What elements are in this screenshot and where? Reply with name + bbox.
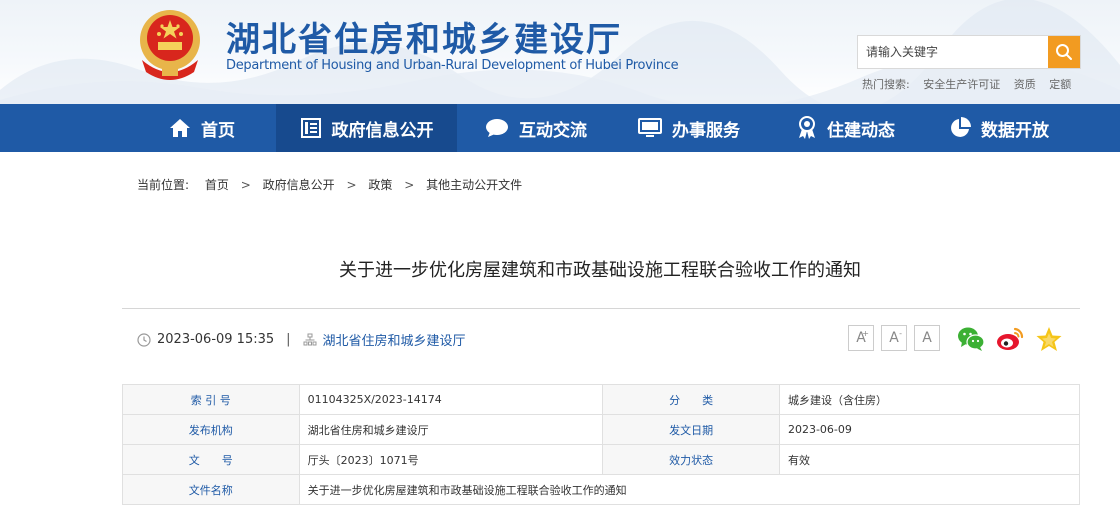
favorite-button[interactable]	[1035, 325, 1063, 353]
nav-item-label: 办事服务	[672, 120, 740, 141]
document-list-icon	[300, 118, 321, 138]
breadcrumb-prefix: 当前位置:	[137, 178, 190, 192]
font-reset-label: A	[922, 330, 932, 346]
table-row: 文 号 厅头〔2023〕1071号 效力状态 有效	[122, 444, 1081, 475]
publish-datetime: 2023-06-09 15:35	[157, 332, 275, 347]
nav-item-home[interactable]: 首页	[148, 104, 256, 152]
breadcrumb-separator: >	[346, 178, 357, 192]
info-label-publisher: 发布机构	[122, 414, 300, 445]
font-decrease-label: A	[889, 330, 899, 346]
wechat-icon	[958, 327, 985, 351]
chat-bubble-icon	[486, 119, 508, 137]
font-size-controls: A + A- A	[848, 325, 947, 351]
font-decrease-button[interactable]: A-	[881, 325, 907, 351]
main-nav: 首页 政府信息公开 互动交流 办事服务 住建动态 数据开放	[0, 104, 1120, 152]
info-value-file-name: 关于进一步优化房屋建筑和市政基础设施工程联合验收工作的通知	[298, 474, 1081, 505]
info-label-status: 效力状态	[602, 444, 780, 475]
info-value-status: 有效	[778, 444, 1081, 475]
site-title: 湖北省住房和城乡建设厅	[226, 20, 622, 60]
font-increase-button[interactable]: A +	[848, 325, 874, 351]
site-subtitle: Department of Housing and Urban-Rural De…	[226, 58, 679, 73]
nav-item-label: 住建动态	[827, 120, 895, 141]
nav-item-open-data[interactable]: 数据开放	[934, 104, 1064, 152]
search-box	[857, 35, 1081, 69]
weibo-icon	[997, 327, 1024, 350]
hot-word-link[interactable]: 资质	[1014, 78, 1036, 91]
organization-icon	[303, 333, 317, 345]
info-value-doc-number: 厅头〔2023〕1071号	[298, 444, 604, 475]
breadcrumb-item-policy[interactable]: 政策	[368, 178, 392, 192]
hot-search-words: 热门搜索: 安全生产许可证 资质 定额	[862, 76, 1081, 92]
breadcrumb-item-other-files[interactable]: 其他主动公开文件	[426, 178, 522, 192]
info-value-publisher: 湖北省住房和城乡建设厅	[298, 414, 604, 445]
clock-icon	[137, 332, 151, 347]
info-label-file-name: 文件名称	[122, 474, 300, 505]
info-value-index: 01104325X/2023-14174	[298, 384, 604, 415]
breadcrumb-item-home[interactable]: 首页	[205, 178, 229, 192]
search-input[interactable]	[858, 36, 1048, 68]
home-icon	[170, 119, 190, 137]
minus-icon: -	[899, 329, 902, 338]
document-info-table: 索 引 号 01104325X/2023-14174 分 类 城乡建设（含住房）…	[122, 384, 1081, 505]
table-row: 文件名称 关于进一步优化房屋建筑和市政基础设施工程联合验收工作的通知	[122, 474, 1081, 505]
breadcrumb-item-gov-info[interactable]: 政府信息公开	[263, 178, 335, 192]
nav-item-gov-info[interactable]: 政府信息公开	[276, 104, 457, 152]
award-medal-icon	[799, 116, 815, 139]
title-divider	[122, 308, 1080, 309]
hot-word-link[interactable]: 定额	[1049, 78, 1071, 91]
article-meta: 2023-06-09 15:35 | 湖北省住房和城乡建设厅	[137, 330, 466, 349]
meta-separator: |	[286, 332, 291, 347]
table-row: 索 引 号 01104325X/2023-14174 分 类 城乡建设（含住房）	[122, 384, 1081, 415]
nav-item-interaction[interactable]: 互动交流	[472, 104, 600, 152]
monitor-icon	[638, 118, 662, 137]
plus-icon: +	[862, 329, 869, 338]
info-label-issue-date: 发文日期	[602, 414, 780, 445]
national-emblem-icon	[140, 10, 200, 80]
nav-item-label: 数据开放	[981, 120, 1049, 141]
info-label-index: 索 引 号	[122, 384, 300, 415]
nav-item-label: 政府信息公开	[331, 120, 434, 141]
breadcrumb-separator: >	[404, 178, 415, 192]
info-label-doc-number: 文 号	[122, 444, 300, 475]
hot-search-label: 热门搜索:	[862, 78, 910, 91]
breadcrumb: 当前位置: 首页 > 政府信息公开 > 政策 > 其他主动公开文件	[137, 176, 522, 193]
info-value-category: 城乡建设（含住房）	[778, 384, 1081, 415]
nav-item-label: 首页	[201, 120, 235, 141]
table-row: 发布机构 湖北省住房和城乡建设厅 发文日期 2023-06-09	[122, 414, 1081, 445]
site-header: 湖北省住房和城乡建设厅 Department of Housing and Ur…	[0, 0, 1120, 104]
share-wechat-button[interactable]	[957, 325, 985, 353]
nav-item-services[interactable]: 办事服务	[625, 104, 753, 152]
breadcrumb-separator: >	[240, 178, 251, 192]
article-source: 湖北省住房和城乡建设厅	[322, 334, 466, 349]
info-value-issue-date: 2023-06-09	[778, 414, 1081, 445]
font-reset-button[interactable]: A	[914, 325, 940, 351]
pie-chart-icon	[951, 117, 971, 137]
info-label-category: 分 类	[602, 384, 780, 415]
article-title: 关于进一步优化房屋建筑和市政基础设施工程联合验收工作的通知	[339, 260, 861, 281]
favorite-star-icon	[1036, 327, 1062, 351]
search-button[interactable]	[1048, 36, 1080, 68]
nav-item-label: 互动交流	[519, 120, 587, 141]
share-weibo-button[interactable]	[996, 325, 1024, 353]
hot-word-link[interactable]: 安全生产许可证	[923, 78, 1000, 91]
share-buttons	[957, 325, 1074, 353]
nav-item-news[interactable]: 住建动态	[782, 104, 910, 152]
search-icon	[1056, 44, 1072, 60]
